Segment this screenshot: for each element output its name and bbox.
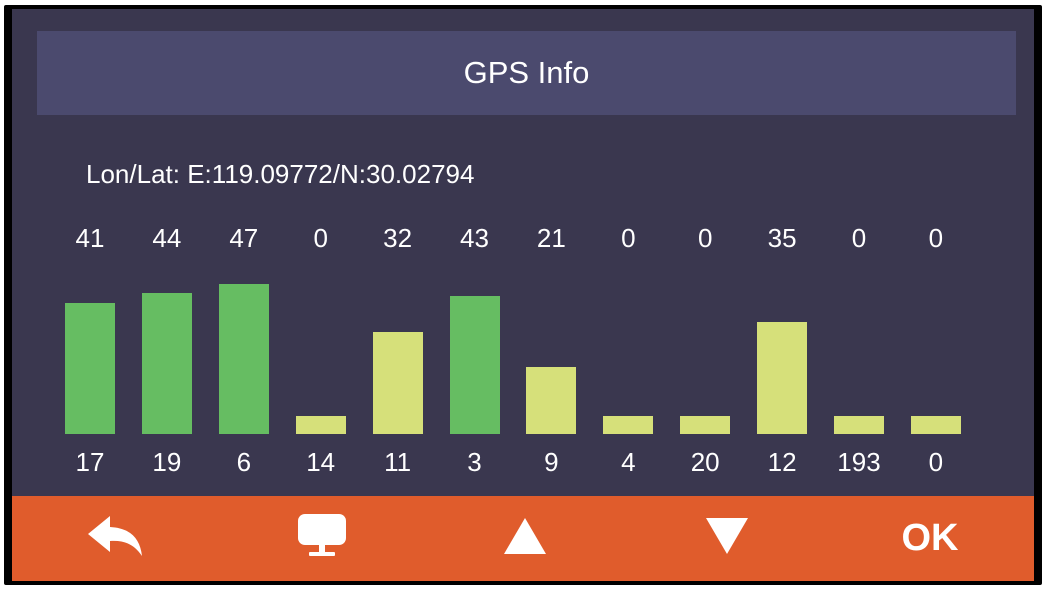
- device-frame: GPS Info Lon/Lat: E:119.09772/N:30.02794…: [4, 5, 1042, 585]
- satellite-snr: 47: [229, 223, 259, 253]
- satellite-snr: 0: [313, 223, 328, 253]
- satellite-snr: 44: [152, 223, 182, 253]
- lon-lat-label: Lon/Lat:: [86, 159, 180, 189]
- monitor-icon: [297, 512, 347, 565]
- satellite-column: 0 193: [820, 223, 898, 478]
- satellite-column: 47 6: [205, 223, 283, 478]
- longitude-value: E:119.09772: [187, 159, 333, 189]
- back-arrow-icon: [86, 514, 148, 563]
- satellite-signal-bar: [526, 366, 577, 434]
- satellite-prn: 19: [152, 447, 182, 477]
- satellite-signal-bar: [910, 416, 961, 434]
- up-button[interactable]: [465, 496, 585, 581]
- satellite-snr: 0: [928, 223, 944, 253]
- satellite-snr: 41: [75, 223, 105, 253]
- bottom-toolbar: OK: [12, 496, 1034, 581]
- satellite-snr: 0: [697, 223, 713, 253]
- satellite-signal-bar: [449, 296, 500, 434]
- satellite-signal-bar: [603, 416, 654, 434]
- lon-lat-readout: Lon/Lat: E:119.09772/N:30.02794: [86, 159, 475, 189]
- satellite-signal-bar: [757, 322, 808, 434]
- satellite-column: 44 19: [128, 223, 206, 478]
- latitude-value: N:30.02794: [340, 159, 475, 189]
- satellite-snr: 32: [383, 223, 413, 253]
- down-button[interactable]: [667, 496, 787, 581]
- satellite-prn: 3: [467, 447, 482, 477]
- satellite-signal-bar: [65, 302, 115, 434]
- satellite-prn: 17: [75, 447, 105, 477]
- satellite-prn: 0: [928, 447, 944, 477]
- satellite-signal-bar: [295, 416, 346, 434]
- satellite-snr: 21: [536, 223, 566, 253]
- display-button[interactable]: [262, 496, 382, 581]
- satellite-prn: 20: [690, 447, 720, 477]
- satellite-prn: 9: [544, 447, 559, 477]
- satellite-column: 32 11: [359, 223, 437, 478]
- satellite-snr: 0: [851, 223, 867, 253]
- satellite-snr: 0: [621, 223, 636, 253]
- ok-button[interactable]: OK: [870, 496, 990, 581]
- satellite-snr: 43: [460, 223, 489, 253]
- satellite-column: 21 9: [512, 223, 590, 478]
- page-title: GPS Info: [463, 55, 590, 90]
- satellite-column: 41 17: [51, 223, 129, 478]
- satellite-column: 0 14: [282, 223, 360, 478]
- gps-info-screen: GPS Info Lon/Lat: E:119.09772/N:30.02794…: [12, 9, 1034, 581]
- satellite-prn: 6: [236, 447, 252, 477]
- satellite-prn: 4: [621, 447, 636, 477]
- satellite-prn: 193: [837, 447, 881, 477]
- satellite-signal-bar: [141, 293, 192, 434]
- satellite-column: 35 12: [743, 223, 821, 478]
- satellite-prn: 14: [306, 447, 336, 477]
- title-bar: GPS Info: [37, 31, 1016, 115]
- satellite-signal-bar: [680, 416, 731, 434]
- satellite-column: 04: [589, 223, 667, 478]
- satellite-prn: 12: [767, 447, 797, 477]
- satellite-signal-bar: [372, 331, 423, 434]
- satellite-column: 0 20: [666, 223, 744, 478]
- triangle-down-icon: [704, 516, 750, 561]
- satellite-column: 00: [897, 223, 975, 478]
- triangle-up-icon: [502, 516, 548, 561]
- satellite-signal-bar: [834, 416, 884, 434]
- satellite-snr: 35: [767, 223, 797, 253]
- satellite-signal-bar: [218, 283, 269, 434]
- back-button[interactable]: [57, 496, 177, 581]
- satellite-column: 43 3: [436, 223, 514, 478]
- satellite-prn: 11: [384, 447, 412, 477]
- ok-label: OK: [901, 517, 959, 559]
